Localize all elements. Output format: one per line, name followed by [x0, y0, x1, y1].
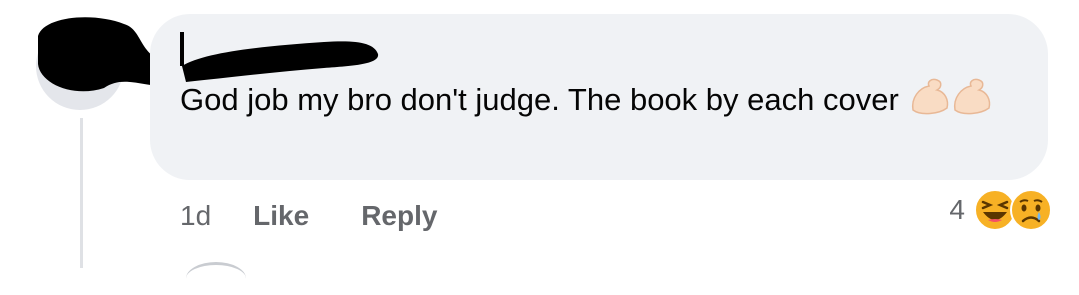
comment-text: God job my bro don't judge. The book by …: [180, 76, 1020, 128]
reaction-count: 4: [949, 194, 965, 225]
next-comment-avatar: [186, 262, 246, 295]
flexed-biceps-icon: [911, 78, 991, 115]
thread-line: [80, 118, 83, 268]
reply-button[interactable]: Reply: [361, 200, 437, 232]
comment-actions: 1d Like Reply: [180, 196, 489, 236]
timestamp[interactable]: 1d: [180, 200, 211, 232]
flexed-biceps-icon-pair: [909, 76, 995, 128]
sad-reaction-icon: [1010, 189, 1052, 231]
like-button[interactable]: Like: [253, 200, 309, 232]
reaction-summary[interactable]: 4: [949, 186, 1053, 234]
comment-body: God job my bro don't judge. The book by …: [180, 82, 899, 117]
